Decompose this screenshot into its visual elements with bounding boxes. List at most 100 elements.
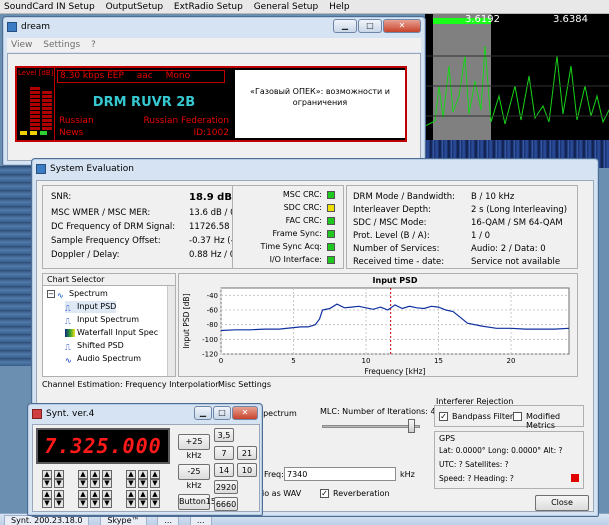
x-tick-label: 5 — [291, 357, 295, 365]
sdc-crc-led — [327, 204, 335, 212]
tree-item-input-psd[interactable]: ⎍ Input PSD — [65, 301, 117, 313]
tree-item-input-spectrum[interactable]: ⎍ Input Spectrum — [65, 314, 139, 326]
mlc-slider-track[interactable] — [322, 425, 420, 428]
digit-down-arrow-6-0[interactable]: ▼ — [138, 479, 148, 488]
menu-soundcard-in[interactable]: SoundCard IN Setup — [0, 0, 99, 14]
bandpass-checkbox[interactable]: ✓ — [439, 412, 448, 421]
button15[interactable]: Button15 — [178, 494, 216, 510]
frequency-input[interactable] — [284, 467, 396, 481]
frame-sync-label: Frame Sync: — [272, 229, 322, 238]
digit-up-arrow-7-1[interactable]: ▲ — [150, 490, 160, 499]
fac-crc-label: FAC CRC: — [285, 216, 322, 225]
menu-output-setup[interactable]: OutputSetup — [102, 0, 167, 14]
band-button-3-5[interactable]: 3,5 — [214, 428, 234, 442]
band-button-10[interactable]: 10 — [237, 463, 257, 477]
x-axis-label: Frequency [kHz] — [365, 367, 426, 376]
digit-down-arrow-5-1[interactable]: ▼ — [126, 499, 136, 508]
digit-up-arrow-6-0[interactable]: ▲ — [138, 470, 148, 479]
minus-25khz-button[interactable]: -25 kHz — [178, 464, 210, 490]
status-lamp-3 — [40, 131, 47, 135]
mlc-slider-thumb[interactable] — [408, 419, 415, 433]
close-button[interactable]: ✕ — [383, 19, 421, 33]
digit-down-arrow-1-1[interactable]: ▼ — [54, 499, 64, 508]
tree-item-spectrum[interactable]: − ∿ Spectrum — [47, 288, 108, 300]
frame-sync-led — [327, 230, 335, 238]
digit-up-arrow-3-1[interactable]: ▲ — [90, 490, 100, 499]
band-button-14[interactable]: 14 — [214, 463, 234, 477]
digit-up-arrow-0-1[interactable]: ▲ — [42, 490, 52, 499]
digit-down-arrow-7-1[interactable]: ▼ — [150, 499, 160, 508]
dream-titlebar[interactable]: dream ▁ □ ✕ — [3, 17, 425, 37]
digit-up-arrow-4-1[interactable]: ▲ — [102, 490, 112, 499]
reverberation-checkbox[interactable]: ✓ — [320, 489, 329, 498]
synt-close-button[interactable]: ✕ — [232, 406, 258, 420]
time-sync-label: Time Sync Acq: — [260, 242, 322, 251]
digit-down-arrow-0-1[interactable]: ▼ — [42, 499, 52, 508]
menu-settings[interactable]: Settings — [39, 38, 84, 52]
digit-up-arrow-1-0[interactable]: ▲ — [54, 470, 64, 479]
level-bar-right — [42, 90, 52, 130]
sys-titlebar[interactable]: System Evaluation — [32, 159, 598, 179]
digit-down-arrow-3-1[interactable]: ▼ — [90, 499, 100, 508]
digit-down-arrow-4-0[interactable]: ▼ — [102, 479, 112, 488]
menu-extradio-setup[interactable]: ExtRadio Setup — [170, 0, 247, 14]
digit-down-arrow-5-0[interactable]: ▼ — [126, 479, 136, 488]
plus-25khz-button[interactable]: +25 kHz — [178, 434, 210, 460]
digit-up-arrow-1-1[interactable]: ▲ — [54, 490, 64, 499]
digit-down-arrow-2-0[interactable]: ▼ — [78, 479, 88, 488]
synt-maximize-button[interactable]: □ — [213, 406, 231, 420]
band-button-6660[interactable]: 6660 — [214, 497, 238, 511]
tree-item-audio-spectrum[interactable]: ∿ Audio Spectrum — [65, 353, 141, 365]
digit-up-arrow-4-0[interactable]: ▲ — [102, 470, 112, 479]
synthesizer-window: Synt. ver.4 ▁ □ ✕ 7.325.000 ▲ ▲ ▼ ▼ ▲ ▲ ▼ ▼ ▲ ▲ ▼ ▼… — [27, 403, 263, 516]
psd-icon: ⎍ — [65, 303, 71, 313]
synt-minimize-button[interactable]: ▁ — [194, 406, 212, 420]
snr-label: SNR: — [51, 192, 72, 202]
chart-tree-scrollbar[interactable] — [167, 286, 175, 376]
digit-up-arrow-0-0[interactable]: ▲ — [42, 470, 52, 479]
menu-help[interactable]: Help — [325, 0, 354, 14]
digit-up-arrow-2-0[interactable]: ▲ — [78, 470, 88, 479]
modified-metrics-checkbox[interactable] — [513, 412, 522, 421]
menu-general-setup[interactable]: General Setup — [250, 0, 323, 14]
tree-item-waterfall[interactable]: Waterfall Input Spec — [65, 327, 158, 339]
synt-titlebar[interactable]: Synt. ver.4 ▁ □ ✕ — [28, 404, 262, 424]
spectrum-freq-1: 3.6192 — [465, 14, 500, 25]
sys-app-icon — [36, 164, 46, 174]
sdc-msc-mode-value: 16-QAM / SM 64-QAM — [471, 218, 563, 228]
digit-up-arrow-5-0[interactable]: ▲ — [126, 470, 136, 479]
digit-down-arrow-0-0[interactable]: ▼ — [42, 479, 52, 488]
tree-item-shifted-psd[interactable]: ⎍ Shifted PSD — [65, 340, 124, 352]
snr-value: 18.9 dB — [189, 192, 232, 203]
collapse-icon[interactable]: − — [47, 289, 55, 298]
digit-up-arrow-2-1[interactable]: ▲ — [78, 490, 88, 499]
digit-up-arrow-3-0[interactable]: ▲ — [90, 470, 100, 479]
menu-help-question[interactable]: ? — [87, 38, 100, 52]
tree-label-input-spectrum: Input Spectrum — [77, 315, 140, 324]
band-button-2920[interactable]: 2920 — [214, 480, 238, 494]
digit-down-arrow-7-0[interactable]: ▼ — [150, 479, 160, 488]
digit-up-arrow-6-1[interactable]: ▲ — [138, 490, 148, 499]
band-button-7[interactable]: 7 — [214, 446, 234, 460]
digit-up-arrow-7-0[interactable]: ▲ — [150, 470, 160, 479]
digit-up-arrow-5-1[interactable]: ▲ — [126, 490, 136, 499]
minimize-button[interactable]: ▁ — [333, 19, 357, 33]
fac-crc-led — [327, 217, 335, 225]
menu-view[interactable]: View — [7, 38, 36, 52]
digit-down-arrow-2-1[interactable]: ▼ — [78, 499, 88, 508]
frequency-display: 7.325.000 — [36, 428, 170, 464]
level-bar-left — [30, 86, 40, 130]
maximize-button[interactable]: □ — [358, 19, 382, 33]
digit-down-arrow-1-0[interactable]: ▼ — [54, 479, 64, 488]
close-dialog-button[interactable]: Close — [535, 495, 589, 511]
prot-level-value: 1 / 0 — [471, 231, 491, 241]
digit-down-arrow-4-1[interactable]: ▼ — [102, 499, 112, 508]
status-lamp-1 — [20, 131, 27, 135]
band-button-21[interactable]: 21 — [237, 446, 257, 460]
chart-selector-title: Chart Selector — [43, 274, 175, 286]
digit-down-arrow-3-0[interactable]: ▼ — [90, 479, 100, 488]
chart-panel: 0 5 10 15 20 -40 -60 -80 -100 -120 Input PSD Freque… — [178, 273, 578, 377]
digit-down-arrow-6-1[interactable]: ▼ — [138, 499, 148, 508]
gps-status-led — [571, 474, 579, 482]
y-tick-label: -40 — [207, 292, 218, 300]
